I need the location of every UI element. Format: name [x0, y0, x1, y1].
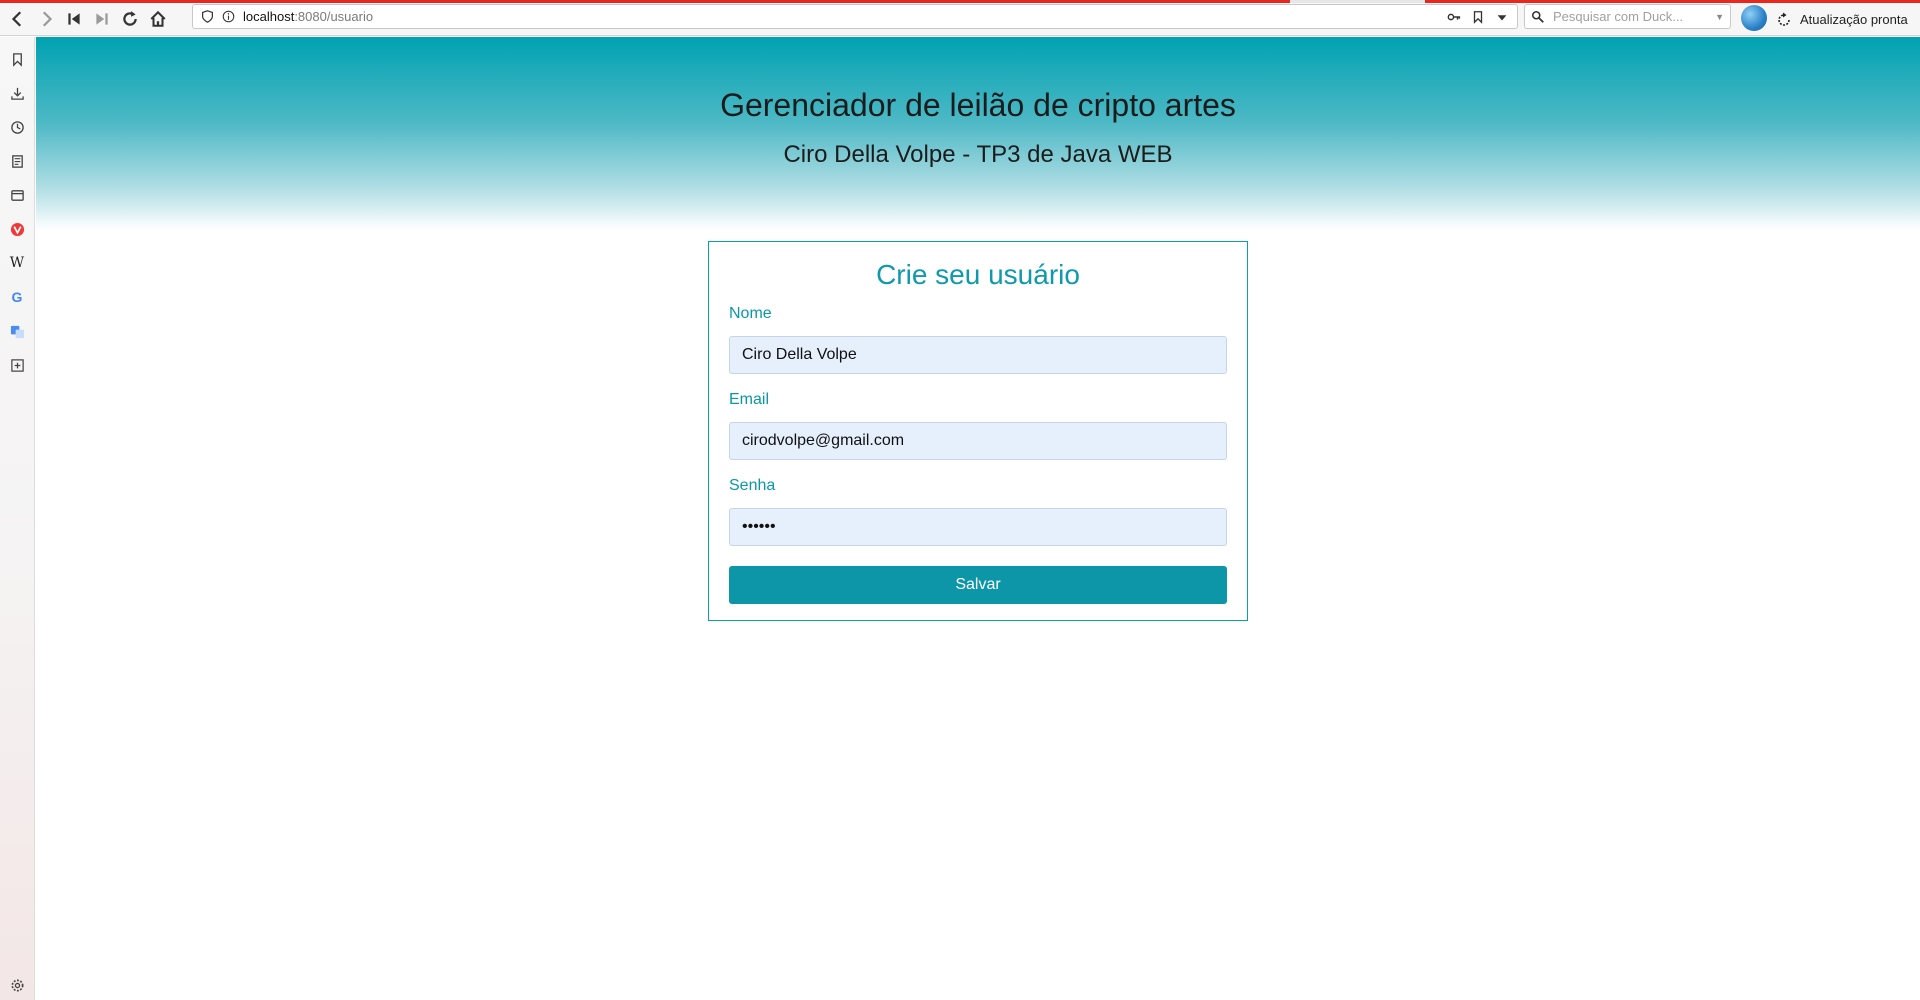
email-input[interactable]: [729, 422, 1227, 460]
update-status[interactable]: Atualização pronta: [1776, 3, 1908, 36]
globe-icon[interactable]: [1741, 5, 1767, 31]
forward-icon: [42, 11, 53, 27]
save-button[interactable]: Salvar: [729, 566, 1227, 604]
page-content: Gerenciador de leilão de cripto artes Ci…: [36, 37, 1920, 1000]
google-icon[interactable]: G: [7, 287, 27, 307]
bookmark-icon[interactable]: [1471, 10, 1485, 24]
home-icon: [150, 10, 166, 27]
search-engine-dropdown-icon[interactable]: ▼: [1715, 12, 1724, 22]
forward-button[interactable]: [32, 5, 60, 33]
address-bar[interactable]: localhost:8080/usuario: [192, 4, 1518, 29]
notes-panel-icon[interactable]: [7, 151, 27, 171]
page-title: Gerenciador de leilão de cripto artes: [720, 87, 1236, 123]
form-title: Crie seu usuário: [876, 259, 1080, 290]
gear-icon[interactable]: [7, 975, 27, 995]
history-panel-icon[interactable]: [7, 117, 27, 137]
vivaldi-icon[interactable]: [7, 219, 27, 239]
fast-forward-button[interactable]: [88, 5, 116, 33]
translate-icon[interactable]: [7, 321, 27, 341]
bookmarks-panel-icon[interactable]: [7, 49, 27, 69]
name-label: Nome: [729, 305, 772, 322]
reload-button[interactable]: [116, 5, 144, 33]
page-subtitle: Ciro Della Volpe - TP3 de Java WEB: [783, 141, 1173, 168]
page-header: Gerenciador de leilão de cripto artes Ci…: [36, 37, 1920, 230]
back-button[interactable]: [4, 5, 32, 33]
rewind-icon: [68, 13, 80, 25]
rewind-button[interactable]: [60, 5, 88, 33]
fast-forward-icon: [96, 13, 108, 25]
url-host: localhost: [243, 9, 295, 24]
window-panel-icon[interactable]: [7, 185, 27, 205]
create-user-form: Crie seu usuário Nome Email Senha Salvar: [708, 241, 1248, 621]
browser-sidebar: W G: [0, 37, 35, 1000]
search-box[interactable]: Pesquisar com Duck... ▼: [1524, 4, 1731, 29]
home-button[interactable]: [144, 5, 172, 33]
update-icon: [1778, 12, 1790, 26]
downloads-panel-icon[interactable]: [7, 83, 27, 103]
key-icon[interactable]: [1447, 10, 1461, 24]
add-panel-icon[interactable]: [7, 355, 27, 375]
update-status-label: Atualização pronta: [1800, 12, 1908, 27]
name-input[interactable]: [729, 336, 1227, 374]
password-label: Senha: [729, 477, 776, 494]
wikipedia-icon[interactable]: W: [7, 253, 27, 273]
email-label: Email: [729, 391, 770, 408]
url-path: :8080/usuario: [294, 9, 374, 24]
reload-icon: [123, 11, 137, 26]
info-icon[interactable]: [222, 10, 235, 23]
chevron-down-icon[interactable]: [1495, 10, 1509, 24]
search-icon: [1531, 10, 1544, 23]
shield-icon[interactable]: [201, 10, 214, 23]
search-placeholder: Pesquisar com Duck...: [1553, 9, 1684, 24]
back-icon: [11, 11, 22, 27]
password-input[interactable]: [729, 508, 1227, 546]
